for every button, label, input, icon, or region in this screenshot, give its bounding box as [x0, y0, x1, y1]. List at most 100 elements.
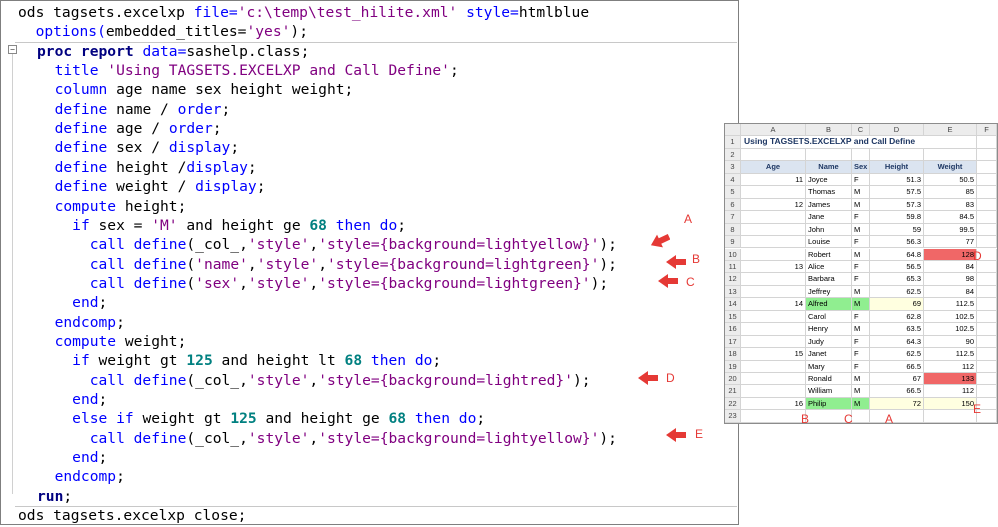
- select-all-corner[interactable]: [725, 124, 741, 137]
- row-header[interactable]: 17: [725, 335, 741, 349]
- row-header[interactable]: 9: [725, 236, 741, 249]
- column-header[interactable]: A: [741, 124, 806, 137]
- weight-cell[interactable]: 84.5: [924, 211, 977, 224]
- sex-cell[interactable]: M: [852, 385, 870, 398]
- age-cell[interactable]: [741, 236, 806, 249]
- age-cell[interactable]: [741, 373, 806, 386]
- table-column-header[interactable]: Height: [870, 161, 924, 174]
- column-header[interactable]: E: [924, 124, 977, 137]
- sex-cell[interactable]: M: [852, 248, 870, 261]
- weight-cell[interactable]: 99.5: [924, 223, 977, 237]
- age-cell[interactable]: [741, 335, 806, 349]
- name-cell[interactable]: James: [806, 198, 852, 212]
- sheet-cell[interactable]: [977, 161, 997, 174]
- sex-cell[interactable]: M: [852, 298, 870, 311]
- row-header[interactable]: 15: [725, 310, 741, 324]
- sheet-cell[interactable]: [924, 148, 977, 162]
- weight-cell[interactable]: 98: [924, 273, 977, 286]
- row-header[interactable]: 20: [725, 373, 741, 386]
- weight-cell[interactable]: 102.5: [924, 323, 977, 336]
- table-column-header[interactable]: Age: [741, 161, 806, 174]
- height-cell[interactable]: 56.5: [870, 260, 924, 274]
- sheet-cell[interactable]: [977, 373, 997, 386]
- row-header[interactable]: 11: [725, 260, 741, 274]
- name-cell[interactable]: Ronald: [806, 373, 852, 386]
- sex-cell[interactable]: F: [852, 211, 870, 224]
- sex-cell[interactable]: M: [852, 186, 870, 199]
- report-title[interactable]: Using TAGSETS.EXCELXP and Call Define: [741, 136, 977, 149]
- row-header[interactable]: 4: [725, 173, 741, 187]
- row-header[interactable]: 16: [725, 323, 741, 336]
- row-header[interactable]: 23: [725, 410, 741, 423]
- weight-cell[interactable]: 102.5: [924, 310, 977, 324]
- name-cell[interactable]: Alice: [806, 260, 852, 274]
- sheet-cell[interactable]: [977, 148, 997, 162]
- sheet-cell[interactable]: [977, 310, 997, 324]
- height-cell[interactable]: 56.3: [870, 236, 924, 249]
- sex-cell[interactable]: F: [852, 360, 870, 373]
- age-cell[interactable]: 12: [741, 198, 806, 212]
- age-cell[interactable]: 16: [741, 397, 806, 411]
- column-header[interactable]: B: [806, 124, 852, 137]
- sheet-cell[interactable]: [977, 348, 997, 361]
- weight-cell[interactable]: 77: [924, 236, 977, 249]
- row-header[interactable]: 6: [725, 198, 741, 212]
- excel-spreadsheet[interactable]: A B C D E F 1 Using TAGSETS.EXCELXP and Call De…: [724, 123, 998, 424]
- row-header[interactable]: 8: [725, 223, 741, 237]
- name-cell[interactable]: John: [806, 223, 852, 237]
- height-cell[interactable]: 62.5: [870, 285, 924, 299]
- code-editor[interactable]: − ods tagsets.excelxp file='c:\temp\test…: [0, 0, 739, 525]
- height-cell[interactable]: 57.3: [870, 198, 924, 212]
- sex-cell[interactable]: F: [852, 260, 870, 274]
- sex-cell[interactable]: M: [852, 285, 870, 299]
- sheet-cell[interactable]: [870, 148, 924, 162]
- age-cell[interactable]: 15: [741, 348, 806, 361]
- name-cell[interactable]: Jane: [806, 211, 852, 224]
- row-header[interactable]: 19: [725, 360, 741, 373]
- height-cell[interactable]: 62.5: [870, 348, 924, 361]
- height-cell[interactable]: 63.5: [870, 323, 924, 336]
- name-cell[interactable]: Louise: [806, 236, 852, 249]
- age-cell[interactable]: [741, 248, 806, 261]
- age-cell[interactable]: [741, 285, 806, 299]
- sex-cell[interactable]: M: [852, 323, 870, 336]
- column-header[interactable]: F: [977, 124, 997, 137]
- sheet-cell[interactable]: [806, 148, 852, 162]
- name-cell[interactable]: Barbara: [806, 273, 852, 286]
- sex-cell[interactable]: M: [852, 397, 870, 411]
- age-cell[interactable]: 14: [741, 298, 806, 311]
- name-cell[interactable]: Thomas: [806, 186, 852, 199]
- sheet-cell[interactable]: [977, 211, 997, 224]
- sheet-cell[interactable]: [977, 186, 997, 199]
- table-column-header[interactable]: Sex: [852, 161, 870, 174]
- age-cell[interactable]: 13: [741, 260, 806, 274]
- name-cell[interactable]: William: [806, 385, 852, 398]
- name-cell[interactable]: Joyce: [806, 173, 852, 187]
- height-cell[interactable]: 69: [870, 298, 924, 311]
- row-header[interactable]: 5: [725, 186, 741, 199]
- sheet-cell[interactable]: [977, 385, 997, 398]
- weight-cell[interactable]: 84: [924, 285, 977, 299]
- sheet-cell[interactable]: [977, 136, 997, 149]
- sheet-cell[interactable]: [977, 360, 997, 373]
- weight-cell[interactable]: 112: [924, 360, 977, 373]
- name-cell[interactable]: Judy: [806, 335, 852, 349]
- name-cell[interactable]: Jeffrey: [806, 285, 852, 299]
- sheet-cell[interactable]: [977, 173, 997, 187]
- row-header[interactable]: 14: [725, 298, 741, 311]
- sheet-cell[interactable]: [977, 236, 997, 249]
- sex-cell[interactable]: F: [852, 273, 870, 286]
- sheet-cell[interactable]: [977, 298, 997, 311]
- height-cell[interactable]: 59: [870, 223, 924, 237]
- column-header[interactable]: C: [852, 124, 870, 137]
- name-cell[interactable]: Robert: [806, 248, 852, 261]
- name-cell[interactable]: Mary: [806, 360, 852, 373]
- height-cell[interactable]: 64.8: [870, 248, 924, 261]
- name-cell[interactable]: Philip: [806, 397, 852, 411]
- weight-cell[interactable]: 133: [924, 373, 977, 386]
- sex-cell[interactable]: F: [852, 173, 870, 187]
- sex-cell[interactable]: M: [852, 198, 870, 212]
- sex-cell[interactable]: F: [852, 335, 870, 349]
- row-header[interactable]: 12: [725, 273, 741, 286]
- sheet-cell[interactable]: [977, 223, 997, 237]
